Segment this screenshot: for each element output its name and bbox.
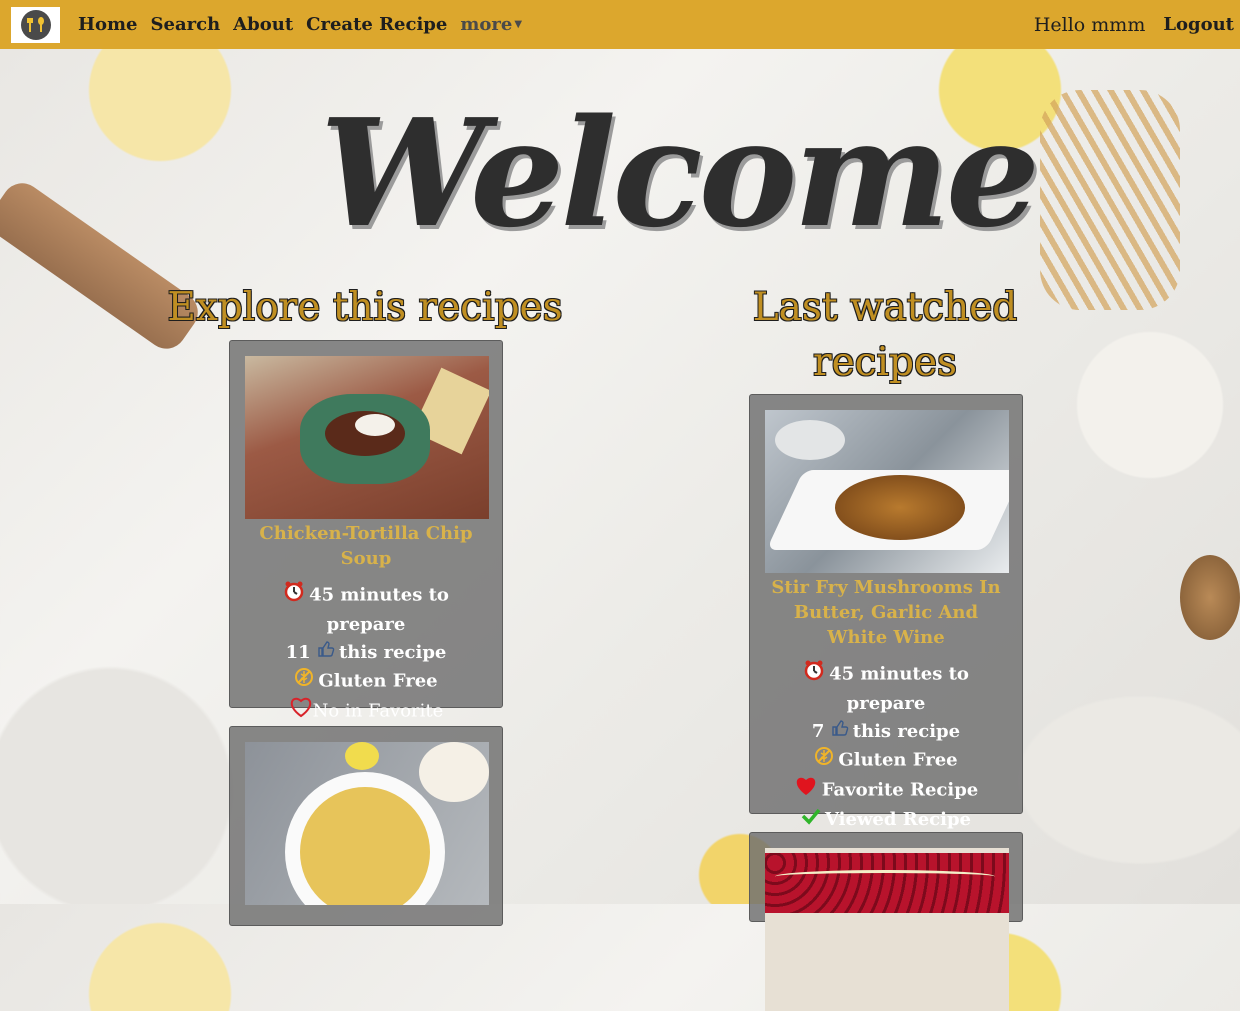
alarm-clock-icon xyxy=(803,659,825,690)
viewed-status: Viewed Recipe xyxy=(765,806,1007,834)
recipe-card[interactable]: Stir Fry Mushrooms In Butter, Garlic And… xyxy=(749,394,1023,830)
favorite-text: No in Favorite xyxy=(312,700,444,722)
recipe-card[interactable] xyxy=(749,832,1023,1011)
wheat-decoration xyxy=(1040,90,1180,310)
favorite-status: Favorite Recipe xyxy=(765,775,1007,806)
nav-about[interactable]: About xyxy=(233,0,293,49)
likes-suffix: this recipe xyxy=(338,642,447,663)
site-logo[interactable] xyxy=(11,6,60,43)
recipe-card[interactable]: Chicken-Tortilla Chip Soup 45 minutes to… xyxy=(229,340,503,722)
favorite-status: No in Favorite xyxy=(245,696,487,727)
nav-create-recipe[interactable]: Create Recipe xyxy=(306,0,447,49)
recipe-name[interactable]: Chicken-Tortilla Chip Soup xyxy=(245,519,487,571)
explore-title: Explore this recipes xyxy=(167,285,563,330)
nav-search[interactable]: Search xyxy=(151,0,221,49)
favorite-text: Favorite Recipe xyxy=(821,779,979,801)
viewed-text: Viewed Recipe xyxy=(825,809,971,830)
nav-home[interactable]: Home xyxy=(78,0,138,49)
nav-more-label: more xyxy=(460,13,513,35)
welcome-heading: Welcome xyxy=(320,86,1040,260)
checkmark-icon xyxy=(801,806,821,834)
prep-time: 45 minutes to prepare xyxy=(765,659,1007,718)
navbar: Home Search About Create Recipe more ▼ He… xyxy=(0,0,1240,49)
thumbs-up-icon xyxy=(317,639,335,667)
caret-down-icon: ▼ xyxy=(514,19,523,31)
utensils-icon xyxy=(20,9,51,40)
recipe-name[interactable]: Stir Fry Mushrooms In Butter, Garlic And… xyxy=(765,573,1007,650)
likes-count: 11 xyxy=(285,642,311,663)
gluten-free-icon xyxy=(294,667,314,696)
logout-link[interactable]: Logout xyxy=(1163,14,1234,35)
diet-text: Gluten Free xyxy=(838,749,958,771)
likes-count: 7 xyxy=(811,721,825,742)
diet-info: Gluten Free xyxy=(245,667,487,696)
prep-time: 45 minutes to prepare xyxy=(245,580,487,639)
prep-time-text: 45 minutes to prepare xyxy=(309,584,449,636)
recipe-image[interactable] xyxy=(765,848,1009,1011)
alarm-clock-icon xyxy=(283,580,305,611)
likes-suffix: this recipe xyxy=(852,721,961,742)
diet-info: Gluten Free xyxy=(765,746,1007,775)
prep-time-text: 45 minutes to prepare xyxy=(829,663,969,715)
gluten-free-icon xyxy=(814,746,834,775)
recipe-image[interactable] xyxy=(245,742,489,905)
recipe-image[interactable] xyxy=(765,410,1009,573)
user-greeting: Hello mmm xyxy=(1033,13,1146,36)
recipe-image[interactable] xyxy=(245,356,489,519)
walnut-decoration xyxy=(1180,555,1240,640)
thumbs-up-icon xyxy=(831,718,849,746)
recipe-card[interactable] xyxy=(229,726,503,926)
heart-filled-icon[interactable] xyxy=(794,775,818,806)
diet-text: Gluten Free xyxy=(318,670,438,692)
heart-outline-icon[interactable] xyxy=(289,696,313,727)
likes: 7 this recipe xyxy=(765,718,1007,746)
nav-links: Home Search About Create Recipe more ▼ xyxy=(78,0,535,49)
nav-more-dropdown[interactable]: more ▼ xyxy=(460,0,522,49)
nav-user-area: Hello mmm Logout xyxy=(1034,0,1234,49)
likes: 11 this recipe xyxy=(245,639,487,667)
last-watched-title: Last watched recipes xyxy=(752,285,1018,385)
